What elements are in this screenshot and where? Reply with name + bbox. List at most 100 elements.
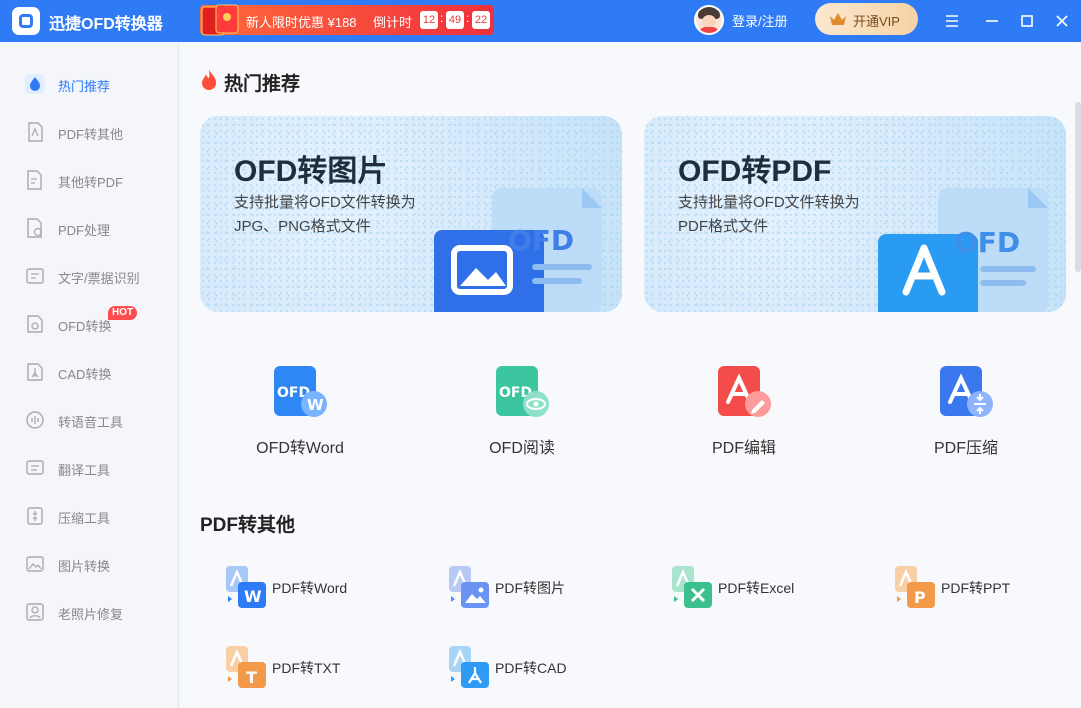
compress-icon: [27, 507, 43, 525]
sidebar-item-label: 热门推荐: [58, 79, 111, 94]
sidebar-item-other-to-pdf[interactable]: 其他转PDF: [0, 160, 179, 200]
sidebar-item-label: PDF处理: [58, 223, 111, 238]
tool-ofd-to-word[interactable]: OFD W OFD转Word: [220, 360, 380, 460]
conv-label: PDF转图片: [495, 580, 565, 596]
app-title: 迅捷OFD转换器: [49, 16, 163, 33]
pdf-to-excel-icon: [672, 566, 712, 608]
menu-icon[interactable]: [940, 9, 964, 33]
section-title-pdf-other: PDF转其他: [200, 515, 296, 536]
sidebar-item-translate[interactable]: 翻译工具: [0, 448, 179, 488]
pdf-to-ppt-icon: P: [895, 566, 935, 608]
pdf-to-cad-icon: [449, 646, 489, 688]
sidebar-item-voice[interactable]: 转语音工具: [0, 400, 179, 440]
image-icon: [26, 556, 44, 572]
pdf-edit-icon: [718, 366, 771, 417]
svg-text:OFD: OFD: [508, 224, 574, 257]
sidebar-item-label: 转语音工具: [58, 415, 124, 430]
countdown-seconds: 22: [472, 11, 490, 29]
conv-label: PDF转PPT: [941, 580, 1011, 596]
sidebar-item-ocr[interactable]: 文字/票据识别: [0, 256, 179, 296]
sidebar-item-label: CAD转换: [58, 367, 112, 382]
login-link[interactable]: 登录/注册: [732, 11, 788, 30]
conv-label: PDF转CAD: [495, 660, 567, 676]
sidebar-item-label: OFD转换: [58, 319, 112, 334]
red-envelope-icon: [201, 4, 239, 36]
cad-icon: [27, 363, 43, 381]
ocr-icon: [26, 268, 44, 284]
sidebar-item-compress[interactable]: 压缩工具: [0, 496, 179, 536]
conv-label: PDF转Word: [272, 580, 348, 596]
main-content: 热门推荐 OFD转图片 支持批量将OFD文件转换为JPG、PNG格式文件 OFD…: [180, 42, 1081, 708]
sidebar-item-label: 翻译工具: [58, 463, 111, 478]
tool-label: OFD阅读: [489, 440, 555, 457]
tool-label: OFD转Word: [256, 440, 344, 457]
svg-text:W: W: [307, 396, 324, 414]
svg-text:T: T: [246, 668, 257, 687]
svg-text:W: W: [244, 587, 262, 606]
svg-text:P: P: [914, 588, 926, 607]
sidebar-item-label: 图片转换: [58, 559, 111, 574]
pdf-to-txt-item[interactable]: T PDF转TXT: [224, 644, 424, 694]
pdf-to-word-item[interactable]: W PDF转Word: [224, 564, 424, 614]
pdf-to-ppt-item[interactable]: P PDF转PPT: [893, 564, 1081, 614]
banner-ofd-to-image[interactable]: OFD转图片 支持批量将OFD文件转换为JPG、PNG格式文件 OFD: [200, 116, 622, 312]
sidebar-item-label: 其他转PDF: [58, 175, 124, 190]
translate-icon: [26, 460, 44, 475]
svg-text:OFD: OFD: [954, 226, 1020, 259]
app-logo-icon: [12, 7, 40, 35]
close-icon[interactable]: [1050, 9, 1074, 33]
vip-label: 开通VIP: [853, 14, 900, 29]
banner-title: OFD转PDF: [678, 155, 832, 188]
to-pdf-icon: [27, 170, 42, 190]
tool-pdf-edit[interactable]: PDF编辑: [664, 360, 824, 460]
banner-desc: 支持批量将OFD文件转换为JPG、PNG格式文件: [234, 194, 416, 235]
countdown-minutes: 49: [446, 11, 464, 29]
pdf-to-image-icon: [449, 566, 489, 608]
sidebar-item-label: 老照片修复: [58, 607, 124, 622]
sidebar-item-ofd[interactable]: OFD转换 HOT: [0, 304, 179, 344]
countdown-label: 倒计时: [373, 15, 413, 30]
tool-label: PDF编辑: [711, 440, 776, 457]
vip-button[interactable]: 开通VIP: [815, 3, 918, 35]
countdown-separator: :: [440, 11, 444, 25]
sidebar-item-label: 压缩工具: [58, 511, 111, 526]
hot-badge: HOT: [108, 306, 138, 320]
promo-text: 新人限时优惠 ¥188: [246, 15, 357, 30]
fire-drop-icon: [25, 74, 45, 94]
promo-banner[interactable]: 新人限时优惠 ¥188 倒计时 12 : 49 : 22: [200, 4, 494, 36]
sidebar-item-hot[interactable]: 热门推荐: [0, 64, 179, 104]
sidebar-item-label: PDF转其他: [58, 127, 124, 142]
pdf-to-image-item[interactable]: PDF转图片: [447, 564, 647, 614]
section-title-hot: 热门推荐: [224, 74, 301, 95]
ofd-pdf-illustration-icon: OFD: [878, 188, 1048, 312]
banner-desc: 支持批量将OFD文件转换为PDF格式文件: [678, 194, 860, 235]
pdf-convert-icon: [28, 122, 43, 142]
ofd-word-icon: OFD W: [274, 366, 327, 417]
conv-label: PDF转Excel: [718, 580, 795, 596]
ofd-reader-icon: OFD: [496, 366, 549, 417]
user-avatar[interactable]: [694, 5, 724, 35]
maximize-icon[interactable]: [1015, 9, 1039, 33]
pdf-to-cad-item[interactable]: PDF转CAD: [447, 644, 647, 694]
minimize-icon[interactable]: [980, 9, 1004, 33]
pdf-compress-icon: [940, 366, 993, 417]
sidebar-item-image[interactable]: 图片转换: [0, 544, 179, 584]
banner-title: OFD转图片: [234, 155, 388, 188]
title-bar: 迅捷OFD转换器 新人限时优惠 ¥188 倒计时 12 : 49 : 22 登录…: [0, 0, 1081, 42]
sidebar-item-pdf-to-other[interactable]: PDF转其他: [0, 112, 179, 152]
sidebar-item-pdf-process[interactable]: PDF处理: [0, 208, 179, 248]
banner-ofd-to-pdf[interactable]: OFD转PDF 支持批量将OFD文件转换为PDF格式文件 OFD: [644, 116, 1066, 312]
crown-icon: [830, 13, 846, 25]
pdf-to-excel-item[interactable]: PDF转Excel: [670, 564, 870, 614]
scrollbar[interactable]: [1075, 102, 1081, 272]
ofd-icon: [27, 315, 43, 333]
countdown-hours: 12: [420, 11, 438, 29]
sidebar-item-photo-restore[interactable]: 老照片修复: [0, 592, 179, 632]
sidebar-item-cad[interactable]: CAD转换: [0, 352, 179, 392]
tool-label: PDF压缩: [933, 440, 998, 457]
ofd-image-illustration-icon: OFD: [434, 188, 602, 312]
tool-pdf-compress[interactable]: PDF压缩: [886, 360, 1046, 460]
tool-ofd-reader[interactable]: OFD OFD阅读: [442, 360, 602, 460]
fire-icon: [202, 70, 216, 90]
conv-label: PDF转TXT: [272, 660, 341, 676]
